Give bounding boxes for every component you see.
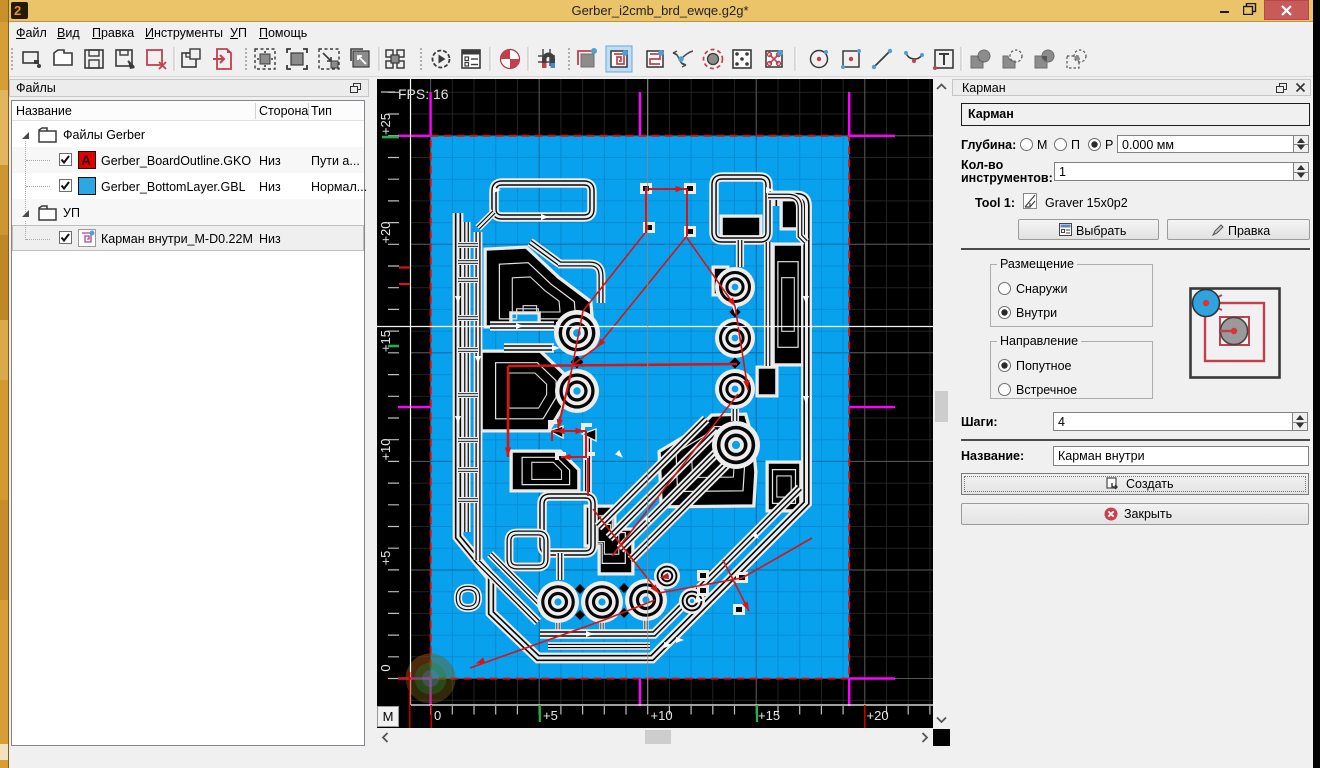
svg-text:+25: +25 <box>378 113 393 135</box>
svg-text:0: 0 <box>434 708 441 723</box>
svg-text:+20: +20 <box>867 708 889 723</box>
svg-text:+5: +5 <box>543 708 558 723</box>
svg-text:+10: +10 <box>651 708 673 723</box>
svg-text:+20: +20 <box>378 221 393 243</box>
svg-text:0: 0 <box>378 664 393 671</box>
svg-text:+15: +15 <box>758 708 780 723</box>
svg-text:+10: +10 <box>378 438 393 460</box>
svg-text:+15: +15 <box>378 330 393 352</box>
svg-text:+5: +5 <box>378 551 393 566</box>
svg-text:FPS: 16: FPS: 16 <box>398 86 449 102</box>
